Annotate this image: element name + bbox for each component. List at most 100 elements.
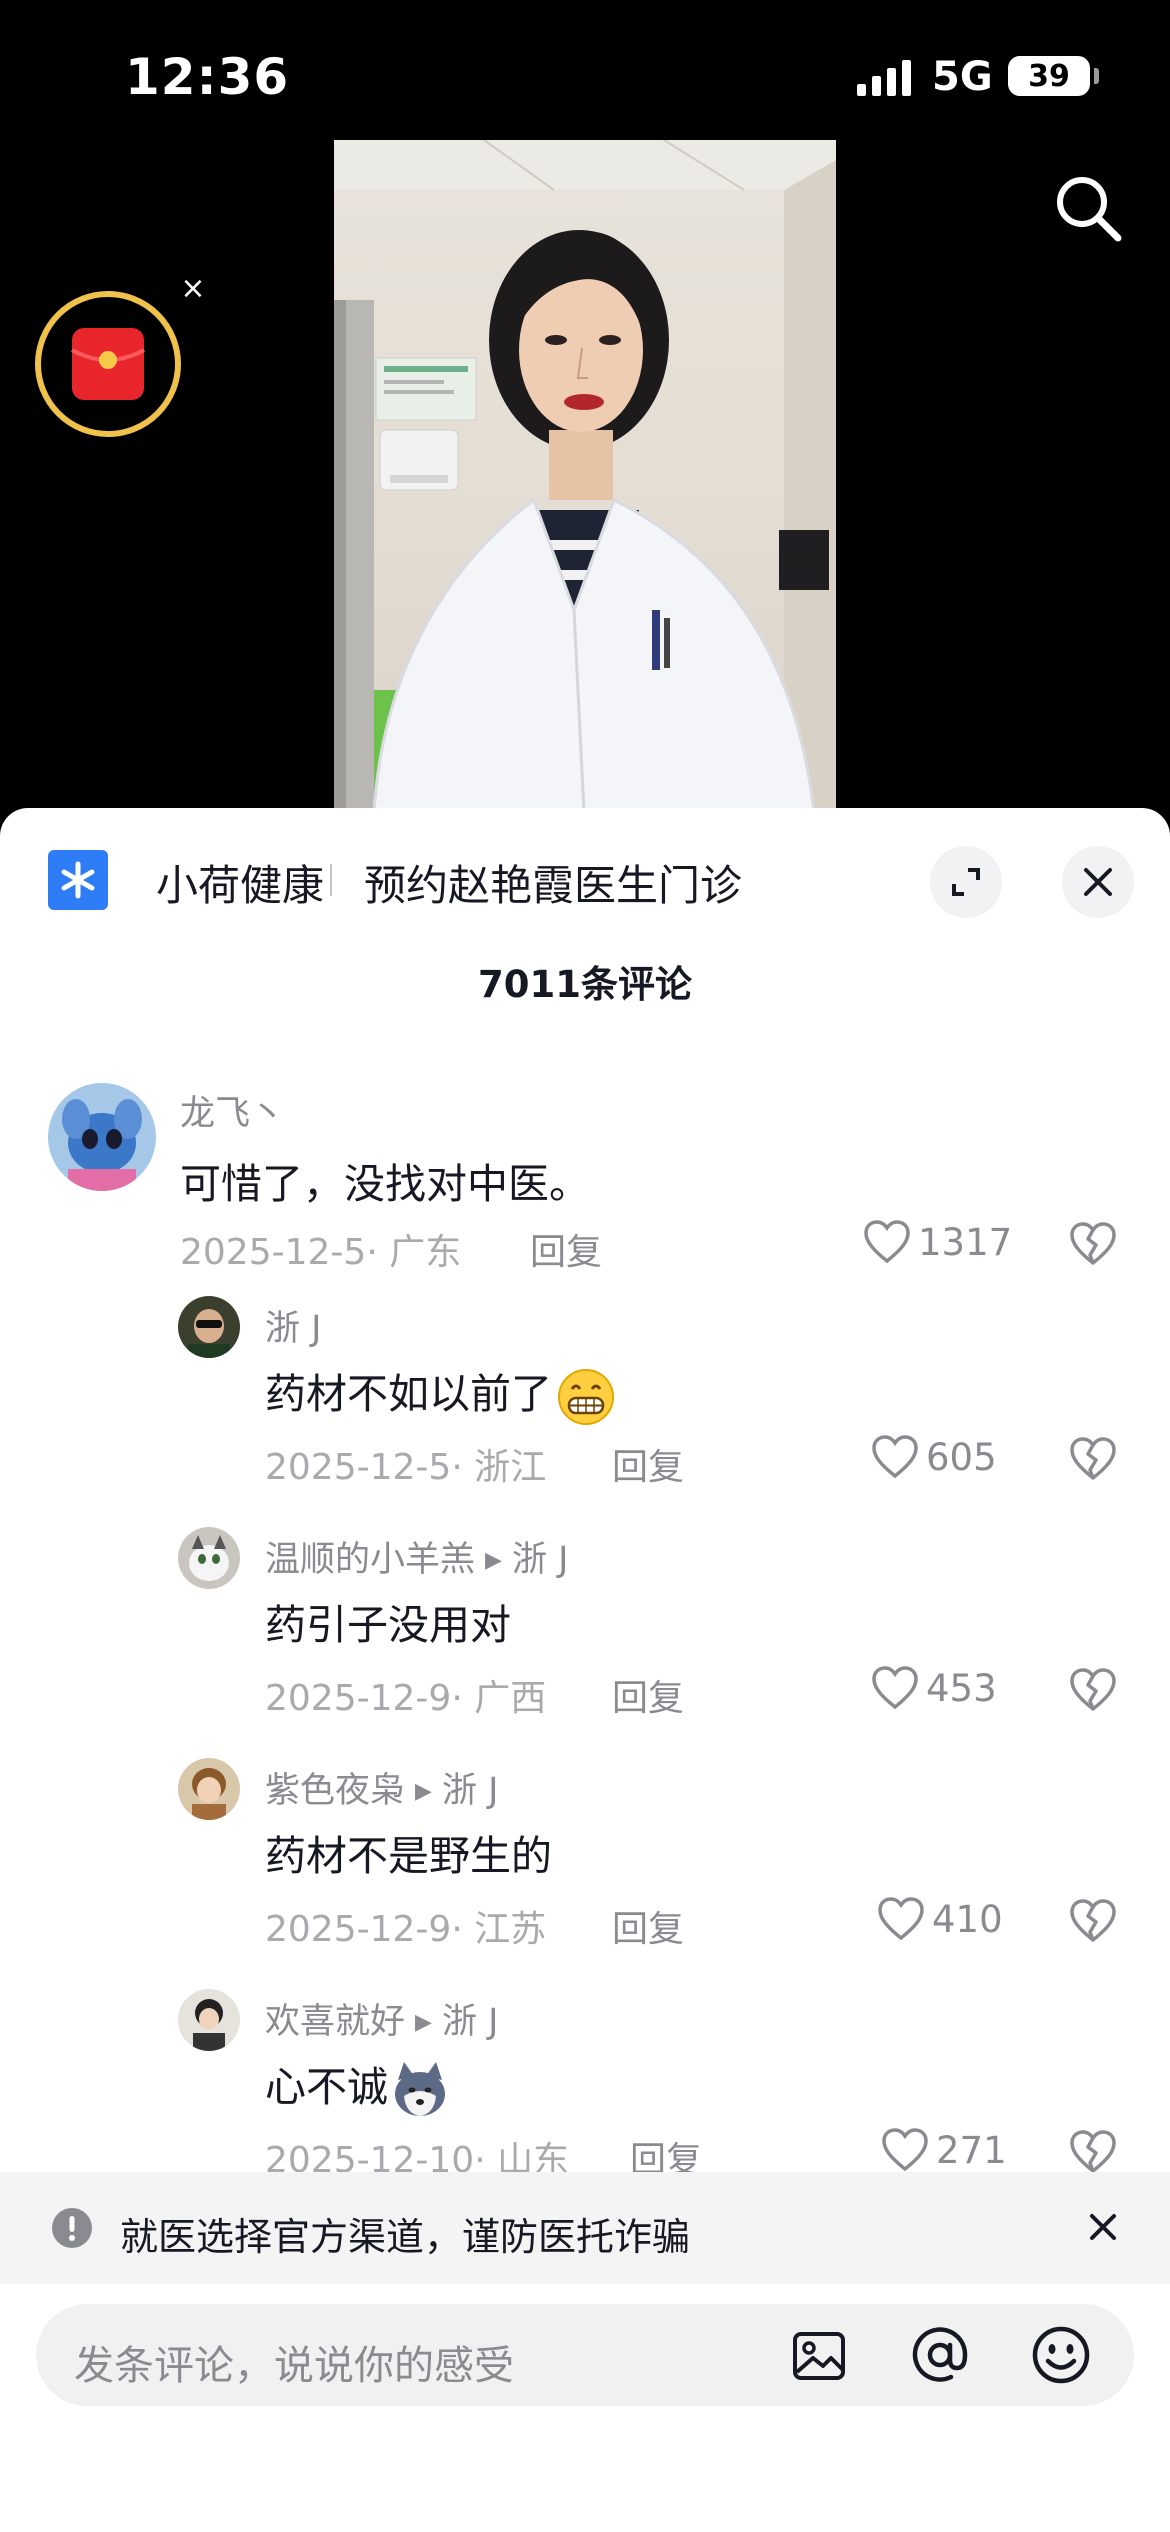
comment-date: 2025-12-9 bbox=[265, 1909, 452, 1950]
reply-item: 紫色夜枭 ▶ 浙 J 药材不是野生的 2025-12-9· 江苏 回复 410 bbox=[0, 1750, 1170, 1980]
comment-input-placeholder: 发条评论，说说你的感受 bbox=[74, 2343, 514, 2389]
video-scene-image bbox=[334, 140, 836, 812]
broken-heart-icon[interactable] bbox=[1068, 1221, 1118, 1267]
comment-text: 可惜了，没找对中医。 bbox=[180, 1160, 590, 1208]
reply-arrow-icon: ▶ bbox=[415, 2010, 432, 2035]
like-button[interactable]: 1317 bbox=[862, 1219, 1012, 1265]
comment-location: · 广西 bbox=[451, 1678, 547, 1719]
reply-button[interactable]: 回复 bbox=[612, 1669, 684, 1721]
like-count: 605 bbox=[926, 1435, 997, 1479]
like-button[interactable]: 453 bbox=[870, 1665, 997, 1711]
heart-icon bbox=[872, 1435, 918, 1479]
like-count: 410 bbox=[932, 1897, 1003, 1941]
notice-close-icon[interactable] bbox=[1086, 2210, 1120, 2244]
broken-heart-icon[interactable] bbox=[1068, 1667, 1118, 1713]
broken-heart-icon[interactable] bbox=[1068, 2129, 1118, 2173]
app-name[interactable]: 小荷健康 bbox=[156, 852, 324, 913]
heart-icon bbox=[882, 2128, 928, 2172]
reply-item: 温顺的小羊羔 ▶ 浙 J 药引子没用对 2025-12-9· 广西 回复 453 bbox=[0, 1519, 1170, 1749]
red-packet-icon[interactable] bbox=[32, 288, 184, 440]
heart-icon bbox=[872, 1666, 918, 1710]
mention-at-icon[interactable] bbox=[909, 2324, 971, 2386]
comment-username[interactable]: 龙飞丶 bbox=[180, 1085, 285, 1136]
reply-item: 欢喜就好 ▶ 浙 J 心不诚 2025-12-10· 山东 回复 271 bbox=[0, 1981, 1170, 2173]
like-count: 1317 bbox=[918, 1220, 1013, 1264]
husky-emoji-icon bbox=[395, 2062, 445, 2116]
reply-button[interactable]: 回复 bbox=[612, 1900, 684, 1952]
like-button[interactable]: 605 bbox=[870, 1434, 997, 1480]
warning-notice-bar: 就医选择官方渠道，谨防医托诈骗 bbox=[0, 2172, 1170, 2284]
heart-icon bbox=[864, 1220, 910, 1264]
comment-meta: 2025-12-10· 山东 bbox=[265, 2131, 569, 2173]
warning-icon bbox=[52, 2208, 92, 2248]
comment-list[interactable]: 龙飞丶 可惜了，没找对中医。 2025-12-5· 广东 回复 1317 浙 J bbox=[0, 1053, 1170, 2173]
expand-button[interactable] bbox=[930, 846, 1002, 918]
appointment-link[interactable]: 预约赵艳霞医生门诊 bbox=[364, 852, 742, 913]
comment-text: 药材不如以前了 bbox=[265, 1360, 616, 1427]
broken-heart-icon[interactable] bbox=[1068, 1436, 1118, 1482]
close-sheet-button[interactable] bbox=[1062, 846, 1134, 918]
notice-text: 就医选择官方渠道，谨防医托诈骗 bbox=[120, 2215, 691, 2259]
video-area: × bbox=[0, 0, 1170, 812]
reply-arrow-icon: ▶ bbox=[485, 1548, 502, 1573]
username-text: 欢喜就好 bbox=[265, 2002, 406, 2042]
heart-icon bbox=[878, 1897, 924, 1941]
comment-text: 药材不是野生的 bbox=[265, 1832, 552, 1880]
comment-meta: 2025-12-9· 广西 bbox=[265, 1669, 546, 1721]
reply-button[interactable]: 回复 bbox=[630, 2131, 702, 2173]
reply-item: 浙 J 药材不如以前了 2025-12-5· 浙江 回复 605 bbox=[0, 1288, 1170, 1518]
avatar[interactable] bbox=[178, 1989, 240, 2051]
comment-location: · 浙江 bbox=[451, 1447, 547, 1488]
comment-username[interactable]: 温顺的小羊羔 ▶ 浙 J bbox=[265, 1531, 568, 1582]
like-button[interactable]: 271 bbox=[880, 2127, 1007, 2173]
close-icon bbox=[1084, 868, 1112, 896]
like-button[interactable]: 410 bbox=[876, 1896, 1003, 1942]
comment-input[interactable]: 发条评论，说说你的感受 bbox=[36, 2304, 1134, 2406]
video-frame[interactable] bbox=[334, 140, 836, 812]
comment-text-content: 药材不如以前了 bbox=[265, 1370, 552, 1418]
comment-meta: 2025-12-5· 浙江 bbox=[265, 1438, 546, 1490]
red-packet-close-icon[interactable]: × bbox=[178, 274, 208, 304]
comment-username[interactable]: 浙 J bbox=[265, 1300, 321, 1351]
avatar[interactable] bbox=[178, 1527, 240, 1589]
reply-to-user: 浙 J bbox=[441, 1771, 499, 1811]
image-icon[interactable] bbox=[791, 2328, 847, 2384]
username-text: 紫色夜枭 bbox=[265, 1771, 406, 1811]
broken-heart-icon[interactable] bbox=[1068, 1898, 1118, 1944]
sheet-header: 小荷健康 预约赵艳霞医生门诊 bbox=[0, 808, 1170, 918]
comment-username[interactable]: 紫色夜枭 ▶ 浙 J bbox=[265, 1762, 498, 1813]
comment-meta: 2025-12-9· 江苏 bbox=[265, 1900, 546, 1952]
comment-item: 龙飞丶 可惜了，没找对中医。 2025-12-5· 广东 回复 1317 bbox=[0, 1053, 1170, 1283]
search-icon[interactable] bbox=[1050, 170, 1126, 246]
comment-text: 心不诚 bbox=[265, 2053, 450, 2120]
reply-button[interactable]: 回复 bbox=[612, 1438, 684, 1490]
reply-to-user: 浙 J bbox=[441, 2002, 499, 2042]
avatar[interactable] bbox=[178, 1296, 240, 1358]
comment-username[interactable]: 欢喜就好 ▶ 浙 J bbox=[265, 1993, 498, 2044]
like-count: 453 bbox=[926, 1666, 997, 1710]
comment-date: 2025-12-9 bbox=[265, 1678, 452, 1719]
comment-text-content: 心不诚 bbox=[265, 2063, 388, 2111]
app-logo-icon[interactable] bbox=[48, 850, 108, 910]
comment-location: · 江苏 bbox=[451, 1909, 547, 1950]
reply-to-user: 浙 J bbox=[511, 1540, 569, 1580]
comment-text: 药引子没用对 bbox=[265, 1601, 511, 1649]
expand-icon bbox=[952, 868, 980, 896]
asterisk-icon bbox=[61, 861, 95, 899]
comment-date: 2025-12-10 bbox=[265, 2140, 475, 2173]
grin-emoji-icon bbox=[558, 1369, 614, 1425]
avatar[interactable] bbox=[178, 1758, 240, 1820]
comment-location: · 山东 bbox=[474, 2140, 570, 2173]
avatar[interactable] bbox=[48, 1083, 156, 1191]
like-count: 271 bbox=[936, 2128, 1007, 2172]
reply-arrow-icon: ▶ bbox=[415, 1779, 432, 1804]
comment-location: · 广东 bbox=[366, 1232, 462, 1273]
comment-date: 2025-12-5 bbox=[180, 1232, 367, 1273]
emoji-icon[interactable] bbox=[1030, 2324, 1092, 2386]
username-text: 浙 J bbox=[265, 1309, 322, 1349]
comment-date: 2025-12-5 bbox=[265, 1447, 452, 1488]
comment-meta: 2025-12-5· 广东 bbox=[180, 1223, 461, 1275]
username-text: 龙飞丶 bbox=[180, 1094, 286, 1134]
bottom-safe-area bbox=[0, 2406, 1170, 2532]
reply-button[interactable]: 回复 bbox=[530, 1223, 602, 1275]
